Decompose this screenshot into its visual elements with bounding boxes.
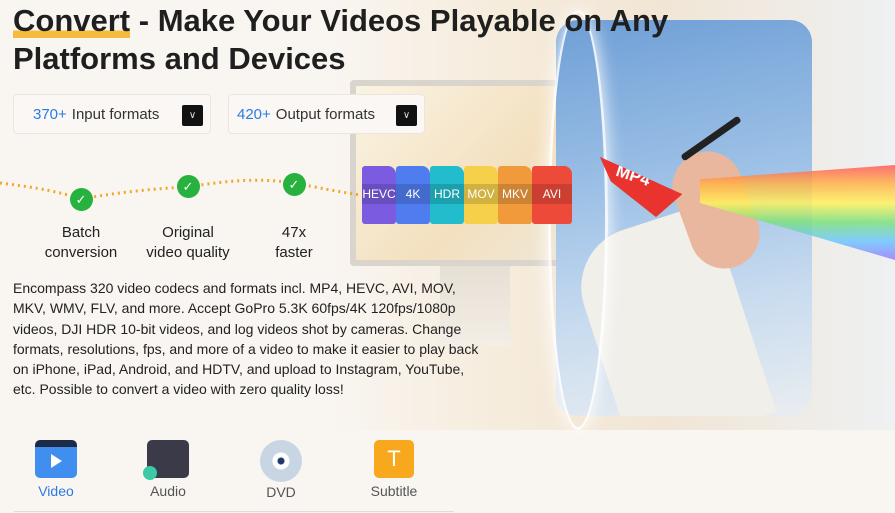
category-tabs: Video Audio DVD T Subtitle xyxy=(14,440,464,500)
check-icon: ✓ xyxy=(176,175,200,198)
file-badge-avi: AVI xyxy=(532,166,572,224)
tabs-divider xyxy=(14,511,454,512)
page-title: Convert - Make Your Videos Playable on A… xyxy=(13,2,693,78)
feature-line: Original xyxy=(162,224,214,241)
output-formats-dropdown[interactable]: 420+ Output formats ∨ xyxy=(228,94,425,134)
tab-label: DVD xyxy=(266,484,296,500)
subtitle-icon: T xyxy=(374,440,414,478)
title-highlight: Convert xyxy=(13,3,131,38)
chevron-down-icon[interactable]: ∨ xyxy=(182,105,203,126)
check-icon: ✓ xyxy=(282,173,306,196)
tab-audio[interactable]: Audio xyxy=(98,440,238,500)
feature-line: 47x xyxy=(281,224,307,241)
badge-label: MKV xyxy=(498,184,532,204)
tab-label: Audio xyxy=(150,483,186,499)
check-icon: ✓ xyxy=(69,188,93,211)
video-icon xyxy=(35,440,77,478)
feature-speed: ✓ 47x faster xyxy=(239,173,349,263)
file-badge-mkv: MKV xyxy=(498,166,532,224)
feature-batch: ✓ Batch conversion xyxy=(26,188,136,263)
file-badge-mov: MOV xyxy=(464,166,498,224)
tab-video[interactable]: Video xyxy=(14,440,98,500)
tab-label: Subtitle xyxy=(370,483,418,499)
badge-label: 4K xyxy=(396,184,430,204)
feature-line: Batch xyxy=(61,224,101,241)
badge-label: MOV xyxy=(464,184,498,204)
output-label: Output formats xyxy=(275,105,376,123)
description: Encompass 320 video codecs and formats i… xyxy=(13,280,479,398)
format-file-badges: HEVC 4K HDR MOV MKV AVI xyxy=(362,166,572,224)
badge-label: HDR xyxy=(430,184,464,204)
file-badge-hdr: HDR xyxy=(430,166,464,224)
input-formats-dropdown[interactable]: 370+ Input formats ∨ xyxy=(13,94,211,134)
file-badge-4k: 4K xyxy=(396,166,430,224)
file-badge-hevc: HEVC xyxy=(362,166,396,224)
tab-subtitle[interactable]: T Subtitle xyxy=(324,440,464,500)
tab-label: Video xyxy=(38,483,74,499)
badge-label: HEVC xyxy=(362,184,396,204)
feature-line: video quality xyxy=(146,244,230,261)
feature-quality: ✓ Original video quality xyxy=(133,175,243,263)
feature-line: faster xyxy=(275,244,313,261)
output-count: 420+ xyxy=(237,105,271,123)
badge-label: AVI xyxy=(532,184,572,204)
input-label: Input formats xyxy=(71,105,160,123)
tab-dvd[interactable]: DVD xyxy=(238,440,324,500)
input-count: 370+ xyxy=(33,105,67,123)
audio-icon xyxy=(143,440,189,480)
feature-line: conversion xyxy=(44,244,118,261)
dvd-icon xyxy=(260,440,302,482)
chevron-down-icon[interactable]: ∨ xyxy=(396,105,417,126)
